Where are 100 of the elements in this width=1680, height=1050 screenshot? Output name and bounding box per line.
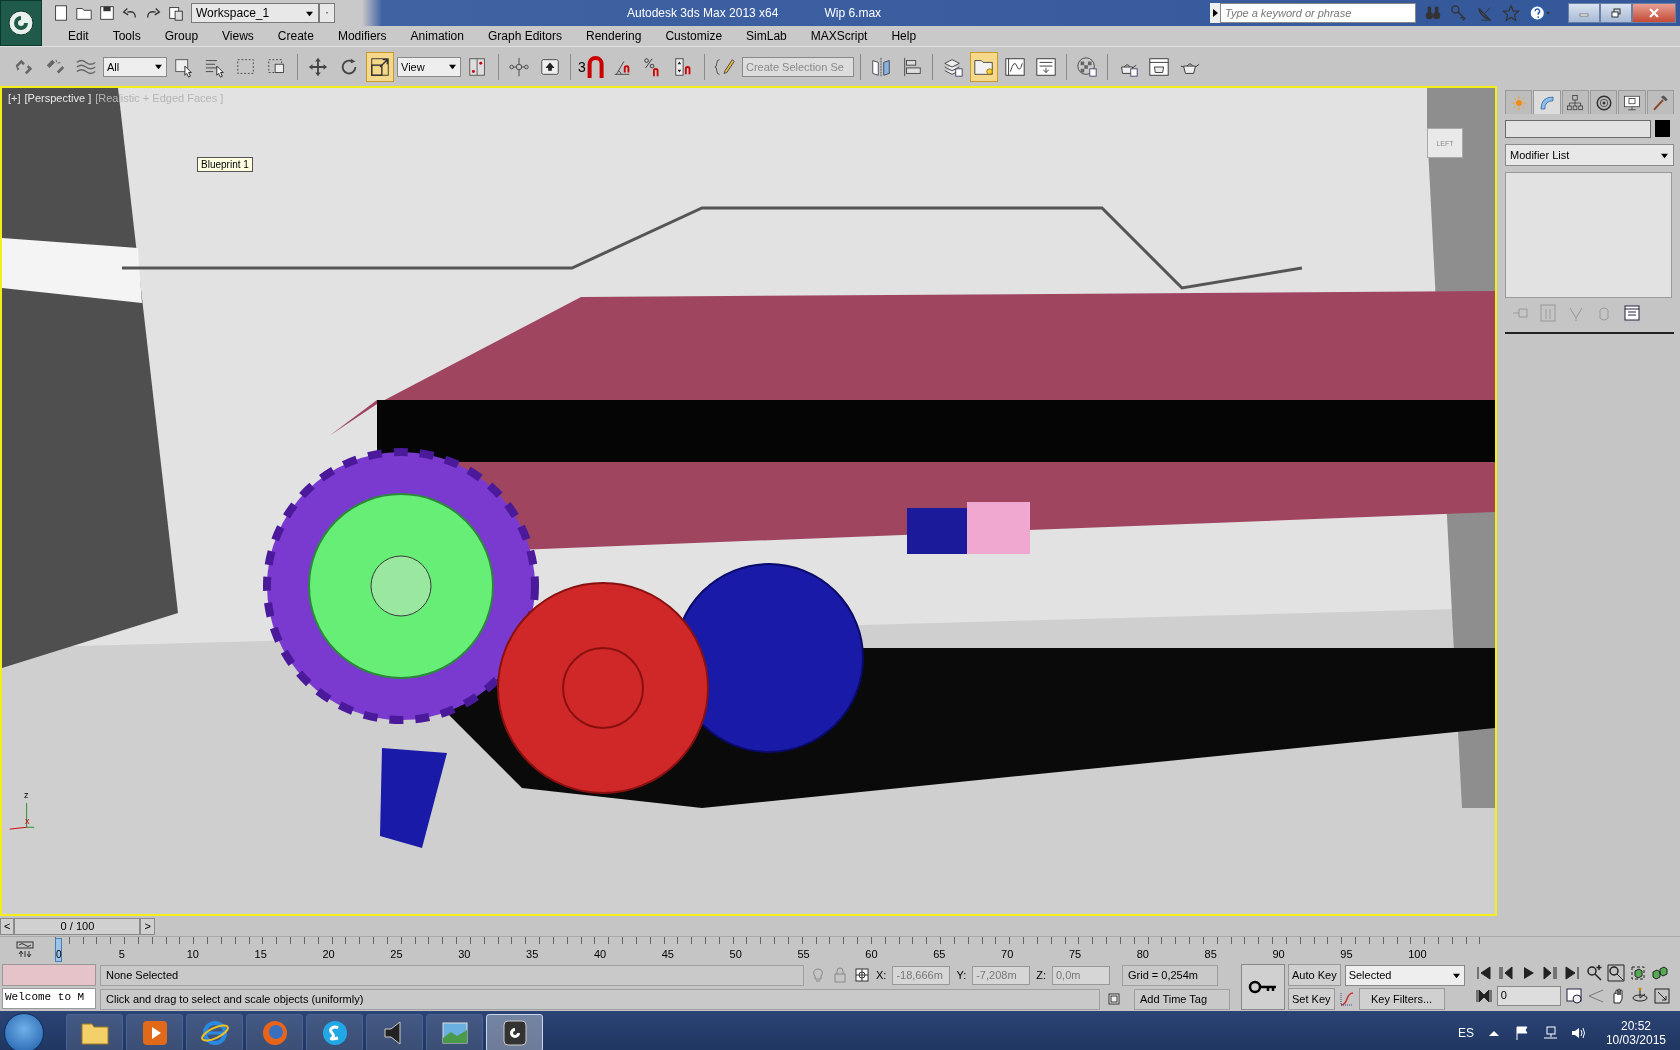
zoom-all-icon[interactable] [1606, 964, 1625, 982]
scale-icon[interactable] [369, 55, 391, 78]
maximize-viewport-icon[interactable] [1652, 987, 1671, 1005]
language-indicator[interactable]: ES [1457, 1025, 1474, 1040]
time-tag-icon[interactable] [1106, 991, 1122, 1007]
selection-set-field[interactable]: Create Selection Se [742, 56, 854, 77]
color-swatch[interactable] [1655, 120, 1670, 137]
frame-number: 20 [322, 947, 336, 962]
frame-number: 40 [593, 947, 608, 962]
minimize-button[interactable] [1568, 3, 1600, 23]
star-icon[interactable] [1502, 4, 1520, 22]
move-icon[interactable] [307, 55, 329, 78]
frame-number: 25 [390, 947, 404, 962]
new-file-icon[interactable] [52, 4, 70, 22]
auto-key-button[interactable]: Auto Key [1288, 964, 1341, 986]
field-of-view-icon[interactable] [1586, 987, 1605, 1005]
workspace-dropdown[interactable]: Workspace_1 [191, 3, 319, 23]
axis-label: x [25, 816, 30, 826]
menu-item[interactable]: Customize [653, 29, 735, 43]
schematic-view-icon[interactable] [1035, 55, 1057, 78]
taskbar-app[interactable] [126, 1013, 183, 1050]
menu-item[interactable]: Create [265, 29, 326, 43]
frame-number: 30 [458, 947, 472, 962]
panel-tab[interactable] [1590, 90, 1618, 114]
network-icon[interactable] [1541, 1024, 1558, 1041]
taskbar-app[interactable] [186, 1013, 243, 1050]
frame-marker[interactable]: 0 [55, 938, 62, 962]
viewport-label[interactable]: [+] [8, 92, 21, 104]
triangle-icon[interactable] [1211, 8, 1219, 18]
manipulate-icon[interactable] [508, 55, 530, 78]
go-to-start-icon[interactable] [1474, 964, 1493, 982]
restore-button[interactable] [1600, 3, 1632, 23]
toolbar-dropdown[interactable]: View [397, 56, 461, 77]
grid-size: Grid = 0,254m [1122, 964, 1218, 986]
material-editor-icon[interactable] [1076, 55, 1098, 78]
taskbar-app[interactable] [366, 1013, 423, 1050]
menu-item[interactable]: Help [879, 29, 929, 43]
flag-icon[interactable] [1513, 1024, 1530, 1041]
menu-item[interactable]: Animation [398, 29, 476, 43]
next-frame-icon[interactable] [1540, 964, 1559, 982]
add-time-tag-button[interactable]: Add Time Tag [1134, 988, 1230, 1010]
rendered-frame-icon[interactable] [1148, 55, 1170, 78]
menu-item[interactable]: MAXScript [798, 29, 880, 43]
zoom-icon[interactable] [1584, 964, 1603, 982]
menu-item[interactable]: Edit [56, 29, 101, 43]
menu-item[interactable]: Views [210, 29, 266, 43]
menu-item[interactable]: Graph Editors [475, 29, 574, 43]
close-button[interactable] [1632, 3, 1676, 23]
curve-editor-icon[interactable] [1004, 55, 1026, 78]
menu-item[interactable]: Tools [100, 29, 153, 43]
taskbar-app[interactable] [306, 1013, 363, 1050]
menu-item[interactable]: SimLab [734, 29, 799, 43]
taskbar-app[interactable] [426, 1013, 483, 1050]
align-icon[interactable] [901, 55, 923, 78]
clock-time[interactable]: 20:52 [1620, 1018, 1651, 1033]
absolute-mode-icon[interactable] [854, 967, 870, 983]
menu-item[interactable]: Rendering [574, 29, 654, 43]
frame-number: 15 [254, 947, 268, 962]
toolbar-dropdown[interactable]: All [103, 56, 167, 77]
time-slider-thumb[interactable]: 0 / 100 [14, 917, 141, 935]
taskbar-app[interactable] [66, 1013, 123, 1050]
search-field[interactable]: Type a keyword or phrase [1220, 3, 1416, 23]
set-keys-button[interactable] [1241, 964, 1285, 1010]
previous-frame-icon[interactable] [1496, 964, 1515, 982]
start-button[interactable] [4, 1012, 44, 1050]
close-icon [1649, 8, 1659, 18]
configure-sets-icon[interactable] [1623, 304, 1641, 322]
current-frame-field[interactable]: 0 [1496, 986, 1561, 1006]
help-icon[interactable] [1528, 4, 1552, 22]
panel-tab[interactable] [1618, 90, 1646, 114]
clock-date[interactable]: 10/03/2015 [1605, 1032, 1666, 1047]
viewport-label[interactable]: [Perspective ] [24, 92, 92, 104]
previous-frame-button[interactable]: < [0, 917, 15, 935]
key-filters-button[interactable]: Key Filters... [1358, 988, 1445, 1010]
zoom-extents-icon[interactable] [1628, 964, 1647, 982]
restore-icon [1611, 8, 1621, 18]
project-folder-icon[interactable] [167, 4, 185, 22]
listener-field[interactable]: Welcome to M [2, 988, 96, 1009]
orbit-icon[interactable] [1630, 987, 1649, 1005]
set-key-button[interactable]: Set Key [1288, 988, 1335, 1010]
zoom-extents-all-icon[interactable] [1650, 964, 1669, 982]
panel-tab[interactable] [1561, 90, 1589, 114]
time-configuration-icon[interactable] [1564, 987, 1583, 1005]
next-frame-button[interactable]: > [140, 917, 155, 935]
tangent-curve-icon[interactable] [1338, 991, 1355, 1007]
hammer-icon [1651, 93, 1670, 112]
save-icon[interactable] [98, 4, 116, 22]
customize-toolbar-button[interactable] [319, 3, 335, 23]
menu-item[interactable]: Group [152, 29, 211, 43]
application-button[interactable] [0, 0, 42, 46]
mirror-icon[interactable] [870, 55, 892, 78]
snap-toggle-button[interactable]: 3 [577, 51, 605, 82]
key-mode-dropdown[interactable]: Selected [1344, 964, 1465, 986]
go-to-end-icon[interactable] [1562, 964, 1581, 982]
key-mode-icon[interactable] [1474, 987, 1493, 1005]
object-name-field[interactable] [1505, 120, 1651, 138]
menu-item[interactable]: Modifiers [325, 29, 399, 43]
panel-tab[interactable] [1646, 90, 1674, 114]
modifier-list-dropdown[interactable]: Modifier List [1505, 144, 1674, 166]
mini-curve-editor-icon[interactable] [15, 940, 35, 960]
